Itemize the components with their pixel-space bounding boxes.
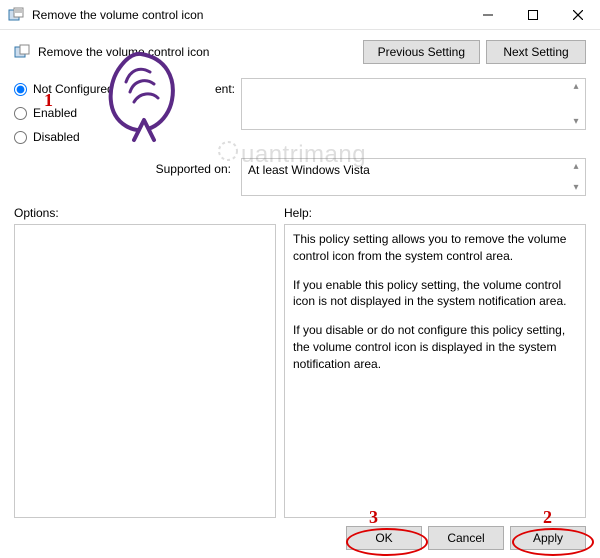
policy-icon	[14, 44, 30, 60]
window-controls	[465, 0, 600, 29]
comment-label: ent:	[170, 78, 235, 130]
help-paragraph: If you enable this policy setting, the v…	[293, 277, 577, 311]
next-setting-button[interactable]: Next Setting	[486, 40, 586, 64]
policy-title: Remove the volume control icon	[38, 45, 209, 59]
radio-disabled-label: Disabled	[33, 130, 80, 144]
radio-not-configured-label: Not Configured	[33, 82, 114, 96]
help-paragraph: If you disable or do not configure this …	[293, 322, 577, 372]
radio-not-configured[interactable]: Not Configured	[14, 82, 164, 96]
scroll-indicator: ▴▾	[569, 161, 583, 193]
maximize-button[interactable]	[510, 0, 555, 30]
radio-enabled[interactable]: Enabled	[14, 106, 164, 120]
help-paragraph: This policy setting allows you to remove…	[293, 231, 577, 265]
options-panel	[14, 224, 276, 518]
apply-button[interactable]: Apply	[510, 526, 586, 550]
supported-on-box: At least Windows Vista ▴▾	[241, 158, 586, 196]
radio-enabled-input[interactable]	[14, 107, 27, 120]
help-panel: This policy setting allows you to remove…	[284, 224, 586, 518]
supported-on-text: At least Windows Vista	[248, 163, 370, 177]
help-label: Help:	[284, 206, 312, 220]
cancel-button[interactable]: Cancel	[428, 526, 504, 550]
scroll-indicator: ▴▾	[569, 81, 583, 127]
radio-not-configured-input[interactable]	[14, 83, 27, 96]
app-icon	[8, 7, 24, 23]
previous-setting-button[interactable]: Previous Setting	[363, 40, 480, 64]
comment-textarea[interactable]: ▴▾	[241, 78, 586, 130]
radio-disabled-input[interactable]	[14, 131, 27, 144]
title-bar: Remove the volume control icon	[0, 0, 600, 30]
window-title: Remove the volume control icon	[32, 8, 465, 22]
ok-button[interactable]: OK	[346, 526, 422, 550]
supported-on-label: Supported on:	[14, 158, 235, 196]
radio-enabled-label: Enabled	[33, 106, 77, 120]
radio-disabled[interactable]: Disabled	[14, 130, 164, 144]
options-label: Options:	[14, 206, 284, 220]
minimize-button[interactable]	[465, 0, 510, 30]
close-button[interactable]	[555, 0, 600, 30]
